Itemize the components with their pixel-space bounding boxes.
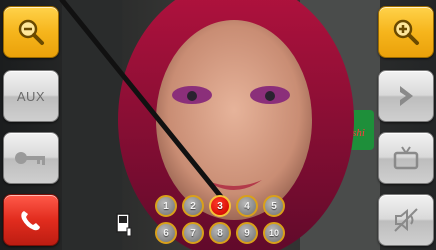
keypad-key-1[interactable]: 1 xyxy=(155,195,177,217)
zoom-out-icon xyxy=(18,19,44,45)
zoom-out-button[interactable] xyxy=(3,6,59,58)
left-control-rail: AUX xyxy=(0,0,60,250)
speaker-mute-icon xyxy=(394,208,418,232)
keypad-key-7[interactable]: 7 xyxy=(182,222,204,244)
aux-button[interactable]: AUX xyxy=(3,70,59,122)
keypad-key-5[interactable]: 5 xyxy=(263,195,285,217)
zoom-in-icon xyxy=(393,19,419,45)
key-button[interactable] xyxy=(3,132,59,184)
key-icon xyxy=(15,152,45,165)
chevron-right-icon xyxy=(400,86,413,106)
keypad-key-4[interactable]: 4 xyxy=(236,195,258,217)
tv-button[interactable] xyxy=(378,132,434,184)
door-phone-icon xyxy=(116,213,132,237)
zoom-in-button[interactable] xyxy=(378,6,434,58)
intercom-screen: Sushi AUX xyxy=(0,0,436,250)
hangup-button[interactable] xyxy=(3,194,59,246)
keypad-key-3[interactable]: 3 xyxy=(209,195,231,217)
aux-label: AUX xyxy=(16,88,46,104)
mute-button[interactable] xyxy=(378,194,434,246)
keypad-key-6[interactable]: 6 xyxy=(155,222,177,244)
next-button[interactable] xyxy=(378,70,434,122)
keypad-key-2[interactable]: 2 xyxy=(182,195,204,217)
tv-icon xyxy=(393,146,419,170)
keypad-key-9[interactable]: 9 xyxy=(236,222,258,244)
right-control-rail xyxy=(376,0,436,250)
keypad-key-10[interactable]: 10 xyxy=(263,222,285,244)
keypad-key-8[interactable]: 8 xyxy=(209,222,231,244)
phone-hangup-icon xyxy=(21,211,40,231)
